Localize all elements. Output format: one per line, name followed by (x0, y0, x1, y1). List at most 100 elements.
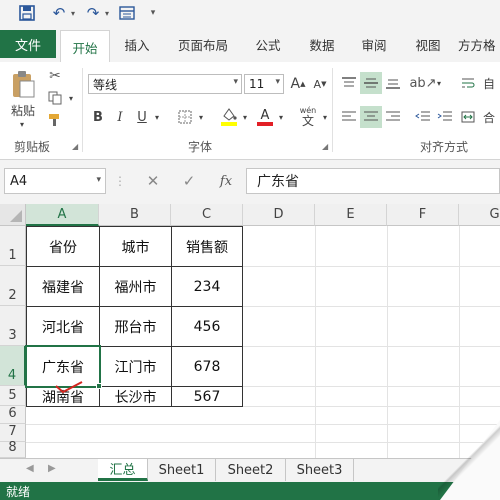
name-box[interactable]: A4 ▾ (4, 168, 106, 194)
phonetic-button[interactable]: wén 文 (296, 104, 320, 128)
tab-addin[interactable]: 方方格 (458, 30, 500, 58)
file-tab[interactable]: 文件 (0, 30, 56, 58)
row-header-3[interactable]: 3 (0, 306, 26, 346)
clipboard-launcher-icon[interactable]: ◢ (72, 142, 78, 151)
sheet-tab-sheet1[interactable]: Sheet1 (148, 459, 216, 481)
cell-c1[interactable]: 销售额 (171, 226, 243, 267)
align-middle-icon[interactable] (360, 72, 382, 94)
sheet-tab-sheet3[interactable]: Sheet3 (286, 459, 354, 481)
underline-dropdown-icon[interactable]: ▾ (152, 110, 162, 124)
status-bar: 就绪 (0, 482, 500, 500)
paste-button-label[interactable]: 粘贴 (6, 102, 40, 118)
tab-data[interactable]: 数据 (300, 30, 344, 58)
tab-home[interactable]: 开始 (60, 30, 110, 63)
copy-icon[interactable] (44, 88, 66, 108)
border-dropdown-icon[interactable]: ▾ (196, 110, 206, 124)
font-color-icon[interactable]: A (254, 104, 276, 128)
row-header-8[interactable]: 8 (0, 440, 26, 458)
cut-icon[interactable]: ✂ (44, 66, 66, 86)
column-header-g[interactable]: G (459, 204, 500, 226)
customize-icon[interactable]: ▾ (146, 3, 160, 23)
merge-center-label[interactable]: 合 (480, 106, 498, 128)
align-top-icon[interactable] (338, 72, 360, 94)
select-all-button[interactable] (0, 204, 26, 226)
cell-a1[interactable]: 省份 (26, 226, 100, 267)
tab-review[interactable]: 审阅 (352, 30, 396, 58)
column-header-e[interactable]: E (315, 204, 387, 226)
font-launcher-icon[interactable]: ◢ (322, 142, 328, 151)
sheet-tab-summary[interactable]: 汇总 (98, 459, 148, 481)
formula-input[interactable]: 广东省 (246, 168, 500, 194)
bold-button[interactable]: B (88, 106, 108, 128)
enter-icon[interactable]: ✓ (178, 170, 200, 192)
cancel-icon[interactable]: ✕ (142, 170, 164, 192)
cell-b4[interactable]: 江门市 (99, 346, 172, 387)
cell-b3[interactable]: 邢台市 (99, 306, 172, 347)
row-header-2[interactable]: 2 (0, 266, 26, 306)
copy-dropdown-icon[interactable]: ▾ (66, 92, 76, 104)
merge-center-icon[interactable] (458, 106, 478, 128)
cell-b2[interactable]: 福州市 (99, 266, 172, 307)
orientation-dropdown-icon[interactable]: ▾ (434, 76, 444, 90)
form-icon[interactable] (116, 3, 138, 23)
underline-button[interactable]: U (132, 106, 152, 128)
tab-formulas[interactable]: 公式 (246, 30, 290, 58)
align-left-icon[interactable] (338, 106, 360, 128)
save-icon[interactable] (16, 3, 38, 23)
increase-indent-icon[interactable] (434, 106, 456, 128)
undo-icon[interactable]: ↶ (48, 3, 70, 23)
sheet-tab-sheet2[interactable]: Sheet2 (216, 459, 286, 481)
font-color-dropdown-icon[interactable]: ▾ (276, 110, 286, 124)
cell-c4[interactable]: 678 (171, 346, 243, 387)
italic-button[interactable]: I (110, 106, 130, 128)
row-header-5[interactable]: 5 (0, 386, 26, 406)
cell-a3[interactable]: 河北省 (26, 306, 100, 347)
align-center-icon[interactable] (360, 106, 382, 128)
row-header-4[interactable]: 4 (0, 346, 26, 386)
column-header-a[interactable]: A (26, 204, 99, 226)
fill-color-dropdown-icon[interactable]: ▾ (240, 110, 250, 124)
worksheet-grid[interactable]: A B C D E F G 1 2 3 4 5 6 7 8 省份 城市 销售额 … (0, 204, 500, 458)
font-name-select[interactable]: 等线 ▾ (88, 74, 242, 94)
clipboard-group-label: 剪贴板 (14, 140, 51, 154)
border-icon[interactable] (174, 106, 196, 128)
cell-b5[interactable]: 长沙市 (99, 386, 172, 407)
column-header-f[interactable]: F (387, 204, 459, 226)
align-bottom-icon[interactable] (382, 72, 404, 94)
scroll-tabs-left-icon[interactable]: ◀ (26, 463, 34, 474)
cell-c5[interactable]: 567 (171, 386, 243, 407)
column-header-d[interactable]: D (243, 204, 315, 226)
font-group-label: 字体 (188, 140, 213, 154)
orientation-icon[interactable]: ab↗ (409, 72, 436, 94)
tab-view[interactable]: 视图 (406, 30, 450, 58)
phonetic-dropdown-icon[interactable]: ▾ (320, 110, 330, 124)
paste-dropdown-icon[interactable]: ▾ (16, 119, 28, 129)
decrease-indent-icon[interactable] (412, 106, 434, 128)
wrap-text-label[interactable]: 自 (480, 72, 498, 94)
row-header-6[interactable]: 6 (0, 406, 26, 424)
undo-dropdown-icon[interactable]: ▾ (68, 3, 78, 23)
column-header-b[interactable]: B (99, 204, 171, 226)
align-right-icon[interactable] (382, 106, 404, 128)
column-header-c[interactable]: C (171, 204, 243, 226)
ribbon-tabs: 文件 开始 插入 页面布局 公式 数据 审阅 视图 方方格 (0, 26, 500, 63)
font-size-select[interactable]: 11 ▾ (244, 74, 284, 94)
cell-a2[interactable]: 福建省 (26, 266, 100, 307)
cell-c3[interactable]: 456 (171, 306, 243, 347)
cell-c2[interactable]: 234 (171, 266, 243, 307)
tab-insert[interactable]: 插入 (114, 30, 160, 58)
shrink-font-button[interactable]: A ▼ (310, 74, 330, 94)
insert-function-icon[interactable]: fx (214, 170, 238, 192)
grow-font-button[interactable]: A ▲ (288, 74, 308, 94)
redo-dropdown-icon[interactable]: ▾ (102, 3, 112, 23)
paste-icon[interactable] (8, 68, 38, 100)
fill-color-icon[interactable] (218, 104, 240, 128)
cell-b1[interactable]: 城市 (99, 226, 172, 267)
fill-handle[interactable] (96, 383, 102, 389)
format-painter-icon[interactable] (44, 110, 66, 130)
redo-icon[interactable]: ↷ (82, 3, 104, 23)
tab-page-layout[interactable]: 页面布局 (170, 30, 236, 58)
scroll-tabs-right-icon[interactable]: ▶ (48, 463, 56, 474)
wrap-text-icon[interactable] (458, 72, 478, 94)
row-header-1[interactable]: 1 (0, 226, 26, 266)
